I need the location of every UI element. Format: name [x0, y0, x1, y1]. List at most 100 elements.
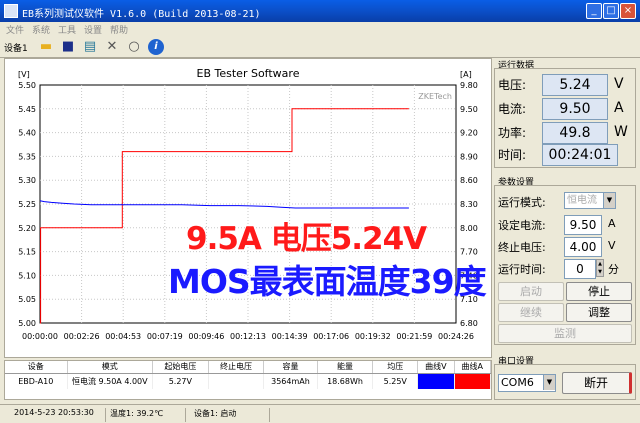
y-left-tick-label: 5.10 — [18, 271, 36, 280]
menu-help[interactable]: 帮助 — [110, 23, 128, 36]
info-icon[interactable]: i — [148, 39, 164, 55]
folder-icon[interactable]: ▬ — [38, 39, 54, 55]
x-tick-label: 00:21:59 — [396, 332, 432, 341]
device-tab[interactable]: 设备1 — [4, 41, 28, 54]
mode-select[interactable]: 恒电流 ▼ — [564, 192, 616, 209]
start-button[interactable]: 启动 — [498, 282, 564, 301]
status-device: 设备1: 启动 — [190, 408, 270, 422]
run-time-unit: 分 — [608, 263, 619, 276]
monitor-button[interactable]: 监测 — [498, 324, 632, 343]
col-header-device: 设备 — [5, 361, 68, 374]
y-right-tick-label: 8.90 — [460, 152, 478, 161]
cell-mode: 恒电流 9.50A 4.00V — [67, 373, 154, 389]
x-tick-label: 00:19:32 — [355, 332, 391, 341]
y-left-tick-label: 5.05 — [18, 295, 36, 304]
x-tick-label: 00:07:19 — [147, 332, 183, 341]
cell-start-voltage: 5.27V — [152, 373, 209, 389]
voltage-readout: 5.24 — [542, 74, 608, 96]
menu-bar: 文件 系统 工具 设置 帮助 — [0, 22, 640, 36]
menu-system[interactable]: 系统 — [32, 23, 50, 36]
chevron-down-icon[interactable]: ▼ — [603, 193, 615, 208]
menu-file[interactable]: 文件 — [6, 23, 24, 36]
x-tick-label: 00:09:46 — [188, 332, 224, 341]
annotation-current-voltage: 9.5A 电压5.24V — [186, 221, 427, 257]
cell-end-voltage — [208, 373, 265, 389]
y-right-tick-label: 8.00 — [460, 224, 478, 233]
x-tick-label: 00:14:39 — [272, 332, 308, 341]
chart-title: EB Tester Software — [197, 67, 300, 80]
y-right-tick-label: 9.20 — [460, 129, 478, 138]
y-right-tick-label: 9.50 — [460, 105, 478, 114]
x-tick-label: 00:12:13 — [230, 332, 266, 341]
y-left-tick-label: 5.45 — [18, 105, 36, 114]
save-icon[interactable]: ■ — [60, 39, 76, 55]
run-time-input[interactable]: 0 — [564, 259, 596, 279]
menu-tools[interactable]: 工具 — [58, 23, 76, 36]
voltage-label: 电压: — [498, 78, 527, 92]
y-right-tick-label: 8.30 — [460, 200, 478, 209]
chevron-down-icon[interactable]: ▼ — [543, 375, 555, 390]
col-header-energy: 能量 — [317, 361, 374, 374]
y-left-tick-label: 5.40 — [18, 129, 36, 138]
cell-capacity: 3564mAh — [263, 373, 318, 389]
continue-button[interactable]: 继续 — [498, 303, 564, 322]
status-bar: 2014-5-23 20:53:30 温度1: 39.2℃ 设备1: 启动 — [0, 404, 640, 423]
end-voltage-label: 终止电压: — [498, 241, 546, 254]
run-time-label: 运行时间: — [498, 263, 546, 276]
y-left-tick-label: 5.35 — [18, 152, 36, 161]
y-right-unit: [A] — [460, 70, 472, 79]
annotation-mos-temperature: MOS最表面温度39度 — [168, 262, 487, 301]
col-header-curve-a: 曲线A — [454, 361, 492, 374]
col-header-end-voltage: 终止电压 — [208, 361, 265, 374]
y-left-tick-label: 5.30 — [18, 176, 36, 185]
table-row[interactable]: EBD-A10 恒电流 9.50A 4.00V 5.27V 3564mAh 18… — [5, 373, 492, 389]
status-datetime: 2014-5-23 20:53:30 — [10, 408, 106, 422]
voltage-current-chart: 5.50 5.45 5.40 5.35 5.30 5.25 5.20 5.15 5.10 5.05… — [18, 67, 478, 341]
search-icon[interactable]: ○ — [126, 39, 142, 55]
status-temperature: 温度1: 39.2℃ — [106, 408, 186, 422]
curve-a-swatch[interactable] — [454, 373, 492, 389]
curve-v-swatch[interactable] — [417, 373, 455, 389]
toolbar: 设备1 ▬ ■ ▤ ✕ ○ i — [0, 36, 640, 58]
current-unit: A — [614, 100, 624, 116]
set-current-label: 设定电流: — [498, 219, 546, 232]
adjust-button[interactable]: 调整 — [566, 303, 632, 322]
chart-icon[interactable]: ▤ — [82, 39, 98, 55]
close-button[interactable]: × — [620, 3, 636, 19]
col-header-avg-voltage: 均压 — [372, 361, 419, 374]
run-time-stepper[interactable]: ▲ ▼ — [596, 259, 604, 277]
end-voltage-input[interactable]: 4.00 — [564, 237, 602, 257]
title-bar: EB系列测试仪软件 V1.6.0 (Build 2013-08-21) _ □ … — [0, 0, 640, 22]
disconnect-button[interactable]: 断开 — [562, 372, 632, 394]
chart-watermark: ZKETech — [418, 92, 452, 101]
y-left-tick-label: 5.50 — [18, 81, 36, 90]
stop-button[interactable]: 停止 — [566, 282, 632, 301]
current-label: 电流: — [498, 102, 527, 116]
set-current-input[interactable]: 9.50 — [564, 215, 602, 235]
end-voltage-unit: V — [608, 239, 616, 252]
col-header-curve-v: 曲线V — [417, 361, 455, 374]
maximize-button[interactable]: □ — [603, 3, 619, 19]
y-left-tick-label: 5.25 — [18, 200, 36, 209]
results-table: 设备 模式 起始电压 终止电压 容量 能量 均压 曲线V 曲线A EBD-A10… — [4, 360, 492, 400]
mode-label: 运行模式: — [498, 196, 546, 209]
y-right-tick-label: 8.60 — [460, 176, 478, 185]
cell-device: EBD-A10 — [5, 373, 68, 389]
cell-energy: 18.68Wh — [317, 373, 374, 389]
minimize-button[interactable]: _ — [586, 3, 602, 19]
col-header-start-voltage: 起始电压 — [152, 361, 209, 374]
window-title: EB系列测试仪软件 V1.6.0 (Build 2013-08-21) — [22, 9, 261, 20]
y-left-tick-label: 5.20 — [18, 224, 36, 233]
power-readout: 49.8 — [542, 122, 608, 144]
menu-settings[interactable]: 设置 — [84, 23, 102, 36]
port-select[interactable]: COM6 ▼ — [498, 374, 556, 392]
x-tick-label: 00:04:53 — [105, 332, 141, 341]
x-tick-label: 00:02:26 — [64, 332, 100, 341]
tools-icon[interactable]: ✕ — [104, 39, 120, 55]
col-header-capacity: 容量 — [263, 361, 318, 374]
chart-panel: 5.50 5.45 5.40 5.35 5.30 5.25 5.20 5.15 5.10 5.05… — [4, 58, 492, 358]
port-select-value: COM6 — [501, 376, 534, 389]
time-label: 时间: — [498, 148, 527, 162]
mode-select-value: 恒电流 — [567, 195, 597, 206]
x-tick-label: 00:24:26 — [438, 332, 474, 341]
